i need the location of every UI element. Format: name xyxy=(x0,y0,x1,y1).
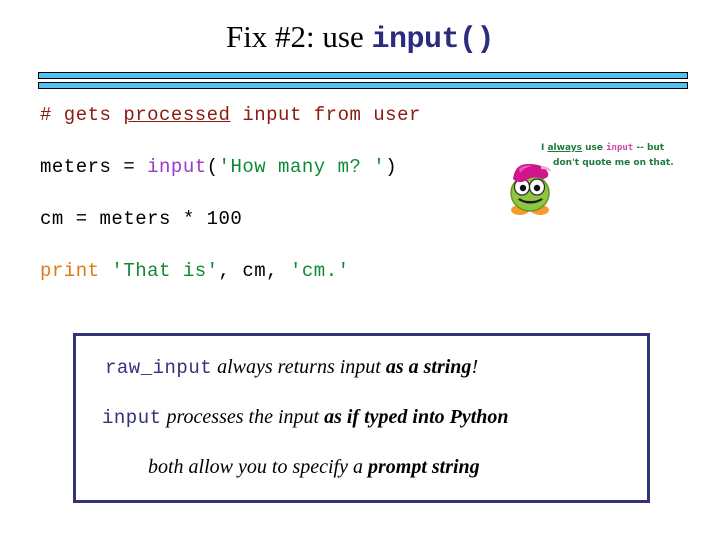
page-title-plain: Fix #2: use xyxy=(225,19,372,54)
code-multiply-expr: cm = meters * 100 xyxy=(40,208,243,230)
summary-italic-1a: always returns input xyxy=(212,356,386,378)
summary-italic-3a: both allow you to specify a xyxy=(148,456,368,478)
code-open-paren: ( xyxy=(206,156,219,178)
annotation-line-2: don't quote me on that. xyxy=(553,158,674,168)
summary-box: raw_input always returns input as a stri… xyxy=(73,333,650,503)
decorative-divider xyxy=(38,72,688,89)
divider-bar-bottom xyxy=(38,82,688,89)
divider-bar-top xyxy=(38,72,688,79)
summary-mono-raw-input: raw_input xyxy=(105,357,213,379)
annotation-l1-c: -- but xyxy=(633,143,665,153)
code-function-input: input xyxy=(147,156,207,178)
code-close-paren: ) xyxy=(385,156,398,178)
code-keyword-print: print xyxy=(40,260,100,282)
code-prompt-string: 'How many m? ' xyxy=(218,156,386,178)
page-title: Fix #2: use input() xyxy=(0,18,720,59)
code-line-multiply: cm = meters * 100 xyxy=(40,210,540,262)
code-line-input-call: meters = input('How many m? ') xyxy=(40,158,540,210)
comment-hash: # gets xyxy=(40,104,124,126)
annotation-l1-b: use xyxy=(581,143,607,153)
code-assignment: meters = xyxy=(40,156,148,178)
summary-mono-input: input xyxy=(102,407,162,429)
summary-row-input: input processes the input as if typed in… xyxy=(102,406,509,429)
code-print-string-2: 'cm.' xyxy=(289,260,350,282)
code-line-print: print 'That is', cm, 'cm.' xyxy=(40,262,540,314)
code-block: # gets processed input from user meters … xyxy=(40,106,540,314)
page-title-code: input() xyxy=(371,23,495,57)
summary-bold-1: as a string xyxy=(385,356,472,378)
summary-row-raw-input: raw_input always returns input as a stri… xyxy=(105,356,478,379)
summary-bold-3: prompt string xyxy=(367,456,480,478)
code-line-comment: # gets processed input from user xyxy=(40,106,540,158)
summary-row-both: both allow you to specify a prompt strin… xyxy=(148,456,480,479)
summary-bold-2: as if typed into Python xyxy=(324,406,509,428)
annotation-l1-emphasis: always xyxy=(547,143,582,153)
comment-emphasis: processed xyxy=(123,104,231,126)
comment-tail: input from user xyxy=(230,104,421,126)
code-print-var: cm xyxy=(242,260,267,282)
code-print-string-1: 'That is' xyxy=(111,260,219,282)
handwritten-annotation: I always use input -- but don't quote me… xyxy=(541,141,719,171)
summary-italic-1b: ! xyxy=(471,356,479,378)
annotation-line-1: I always use input -- but xyxy=(541,141,719,156)
annotation-l1-code: input xyxy=(606,143,634,153)
code-print-space xyxy=(100,260,112,282)
code-print-comma-1: , xyxy=(218,260,243,282)
summary-italic-2a: processes the input xyxy=(161,406,325,428)
code-print-comma-2: , xyxy=(266,260,290,282)
